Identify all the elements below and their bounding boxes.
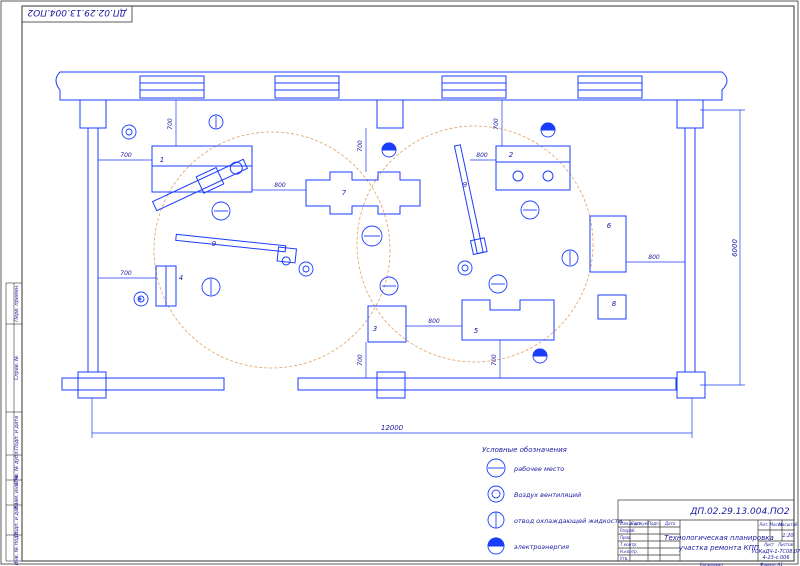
equipment-label-7: 7	[342, 189, 347, 197]
sheet-frame	[21, 5, 795, 562]
legend-label-3: электроэнергия	[514, 543, 569, 551]
column-s	[376, 371, 406, 399]
column-n	[376, 99, 404, 129]
window-3	[441, 75, 507, 99]
drawing-code: ДП.02.29.13.004.ПО2	[689, 507, 789, 517]
equipment-3	[367, 305, 407, 343]
dim-overall-width: 12000	[381, 424, 404, 432]
workplace-icon	[486, 458, 506, 478]
scale-value: 1:20	[782, 533, 793, 539]
drawing-title-line1: Технологическая планировка	[664, 534, 774, 542]
legend-label-2: отвод охлаждающей жидкости	[514, 517, 622, 525]
window-2	[274, 75, 340, 99]
dim-label-3: 700	[357, 140, 364, 152]
layout-drawing: ДП.02.29.13.004.ПО2 Перв. примен. Справ. …	[0, 0, 800, 566]
dim-label-2: 800	[274, 182, 286, 189]
ventilation-symbol	[121, 124, 137, 140]
equipment	[151, 144, 627, 343]
legend-label-1: Воздух вентиляций	[514, 491, 581, 499]
title-row-1: Разраб.	[620, 528, 636, 533]
workplace-symbol	[201, 277, 221, 297]
equipment-label-9: 9	[463, 181, 468, 189]
power-symbol	[540, 122, 556, 138]
side-stamp-label-6: Инв. № подл.	[14, 531, 20, 566]
title-row-3: Т.контр.	[620, 542, 637, 547]
dim-label-10: 700	[491, 354, 498, 366]
power-symbol	[532, 348, 548, 364]
window-4	[577, 75, 643, 99]
legend-label-0: рабочее место	[513, 465, 564, 473]
equipment-label-9: 9	[212, 240, 217, 248]
dim-label-8: 800	[428, 318, 440, 325]
south-wall-right	[297, 377, 677, 391]
equipment-label-2: 2	[509, 151, 514, 159]
ventilation-symbol	[457, 260, 473, 276]
equipment-label-5: 5	[474, 327, 479, 335]
equipment-label-3: 3	[373, 325, 377, 333]
dimension-labels: 12000 6000 700 700 800 700 700 800 800 700 800 700 7…	[120, 118, 739, 432]
equipment-label-4: 4	[179, 274, 183, 282]
coolant-drain-icon	[487, 511, 505, 529]
sheet-label: Лист	[763, 542, 775, 547]
side-stamp-label-1: Справ. №	[14, 356, 20, 380]
power-icon	[487, 537, 505, 555]
title-block-text: ДП.02.29.13.004.ПО2 Технологическая плани…	[620, 507, 800, 566]
side-stamp-labels: Перв. примен. Справ. № Подп. и дата Инв. № …	[14, 284, 20, 565]
copied-label: Копировал	[700, 562, 723, 566]
column-sw	[77, 371, 107, 399]
sheets-label: Листов	[777, 542, 794, 547]
power-symbol	[138, 297, 142, 301]
dimension-lines	[91, 100, 745, 438]
equipment-1	[151, 145, 253, 193]
equipment-label-1: 1	[160, 156, 164, 164]
dim-label-5: 800	[476, 152, 488, 159]
equipment-label-8: 8	[612, 300, 617, 308]
dim-label-7: 700	[120, 270, 132, 277]
sheet-outer-border	[0, 0, 799, 565]
dim-label-0: 700	[120, 152, 132, 159]
title-col-1: Подп.	[648, 521, 660, 526]
title-col-2: Дата	[664, 521, 676, 526]
legend-symbols	[486, 458, 506, 555]
dim-label-4: 700	[493, 118, 500, 130]
equipment-9-a	[151, 158, 249, 212]
workplace-symbol	[361, 225, 383, 247]
coolant-symbol	[561, 249, 579, 267]
workplace-symbol	[520, 200, 540, 220]
rotated-code-box: ДП.02.29.13.004.ПО2	[21, 5, 133, 23]
legend-title: Условные обозначения	[482, 446, 567, 454]
scale-header: Масштаб	[778, 522, 798, 527]
equipment-9-c	[453, 144, 488, 256]
workplace-symbol	[488, 274, 508, 294]
window-1	[139, 75, 205, 99]
title-col-0: № докум.	[628, 521, 649, 526]
equipment-2	[495, 145, 571, 191]
power-symbol	[381, 142, 397, 158]
drawing-title-line2: участка ремонта КПП	[678, 544, 760, 552]
dim-overall-height: 6000	[731, 239, 739, 257]
side-stamp-label-0: Перв. примен.	[14, 284, 20, 322]
column-ne	[676, 99, 704, 129]
side-stamp-label-2: Подп. и дата	[14, 416, 20, 450]
ventilation-icon	[487, 485, 505, 503]
equipment-9-b	[175, 233, 298, 266]
title-row-4: Н.контр.	[620, 549, 638, 554]
workplace-symbol	[379, 276, 399, 296]
dim-label-9: 700	[357, 354, 364, 366]
ventilation-symbol	[298, 261, 314, 277]
title-row-5: Утв.	[620, 556, 628, 561]
workplace-symbol	[211, 201, 231, 221]
south-wall-left	[61, 377, 225, 391]
stage-header: Лит.	[758, 522, 768, 527]
format-label: Формат А1	[760, 562, 783, 566]
column-nw	[79, 99, 107, 129]
dim-label-1: 700	[167, 118, 174, 130]
rotated-code-text: ДП.02.29.13.004.ПО2	[27, 7, 127, 17]
title-row-2: Пров.	[620, 535, 632, 540]
equipment-label-6: 6	[607, 222, 612, 230]
group-year: 4-23-с.006	[762, 555, 789, 561]
equipment-labels: 1 2 3 4 5 6 7 8 9 9	[160, 151, 617, 335]
coolant-symbol	[208, 114, 224, 130]
dim-label-6: 800	[648, 254, 660, 261]
